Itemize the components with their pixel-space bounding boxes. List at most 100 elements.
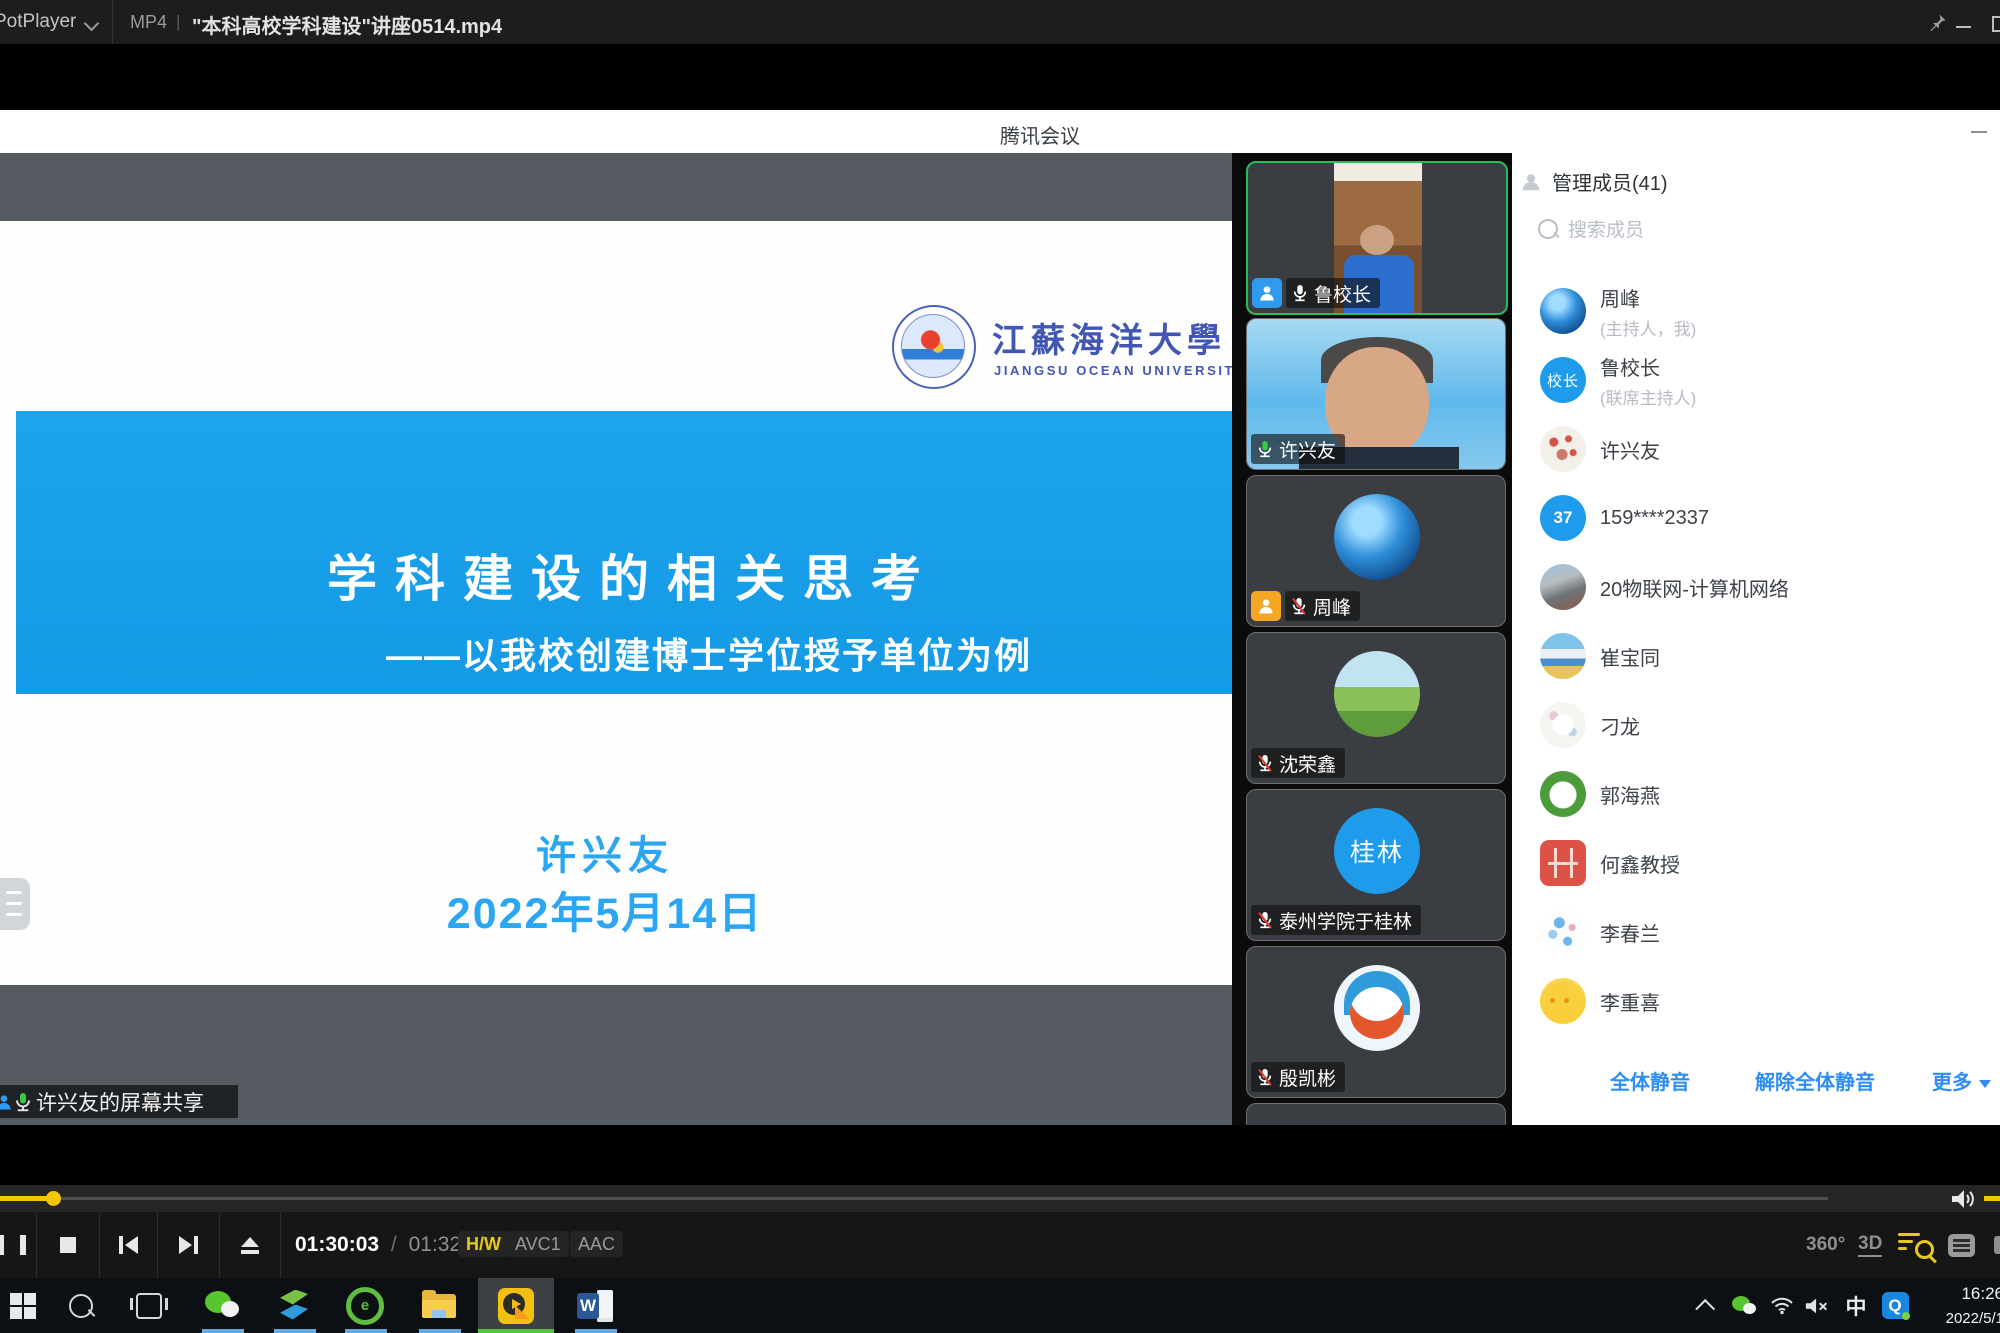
- member-name: 许兴友: [1600, 435, 1660, 464]
- tray-volume-muted[interactable]: [1796, 1278, 1838, 1333]
- avatar-text: 校长: [1547, 370, 1579, 391]
- mic-on-icon: [1257, 439, 1273, 459]
- participant-name: 沈荣鑫: [1279, 750, 1336, 777]
- member-row[interactable]: 何鑫教授: [1512, 829, 2000, 898]
- maximize-button[interactable]: [1992, 16, 2000, 32]
- member-note: (联席主持人): [1600, 384, 1696, 409]
- tray-date: 2022/5/1: [1938, 1310, 2000, 1327]
- avatar: [1334, 651, 1420, 737]
- video-tile-luxiaozhang[interactable]: 鲁校长: [1246, 161, 1508, 315]
- video-tile-zhoufeng[interactable]: 周峰: [1246, 475, 1506, 627]
- video-tile-shenrongxin[interactable]: 沈荣鑫: [1246, 632, 1506, 784]
- university-logo: 江蘇海洋大學 JIANGSU OCEAN UNIVERSITY: [888, 301, 1228, 413]
- tray-wechat[interactable]: [1724, 1278, 1764, 1333]
- taskbar-word[interactable]: W: [572, 1278, 618, 1333]
- app-name[interactable]: PotPlayer: [0, 11, 76, 33]
- vr-360-button[interactable]: 360°: [1806, 1212, 1845, 1278]
- member-name: 李重喜: [1600, 987, 1660, 1016]
- video-codec-badge[interactable]: AVC1: [507, 1231, 569, 1257]
- player-controls: 01:30:03 / 01:32:22 H/W AVC1 AAC 360° 3D: [0, 1212, 2000, 1278]
- member-search[interactable]: 搜索成员: [1538, 215, 1644, 242]
- hw-decode-badge[interactable]: H/W: [458, 1231, 509, 1257]
- member-row[interactable]: 郭海燕: [1512, 760, 2000, 829]
- open-button[interactable]: [219, 1212, 280, 1278]
- clipped-icon: [1994, 1236, 2000, 1254]
- members-panel: 管理成员(41) 搜索成员 周峰 (主持人，我) 校长 鲁校长 (联席主持人): [1512, 153, 2000, 1125]
- member-row[interactable]: 刁龙: [1512, 691, 2000, 760]
- mic-muted-icon: [1257, 910, 1273, 930]
- playlist-search-button[interactable]: [1898, 1212, 1934, 1278]
- more-button[interactable]: 更多: [1932, 1066, 1991, 1095]
- slide-date: 2022年5月14日: [0, 879, 1210, 941]
- task-view-icon: [136, 1293, 162, 1319]
- stop-button[interactable]: [36, 1212, 99, 1278]
- speaker-muted-icon: [1804, 1295, 1830, 1317]
- participant-name: 许兴友: [1279, 436, 1336, 463]
- member-row[interactable]: 李春兰: [1512, 898, 2000, 967]
- volume-slider[interactable]: [1984, 1196, 2000, 1201]
- member-row[interactable]: 20物联网-计算机网络: [1512, 553, 2000, 622]
- member-row[interactable]: 许兴友: [1512, 415, 2000, 484]
- taskbar-file-explorer[interactable]: [416, 1278, 462, 1333]
- member-name: 郭海燕: [1600, 780, 1660, 809]
- pause-button[interactable]: [0, 1212, 34, 1278]
- task-view-button[interactable]: [126, 1278, 172, 1333]
- playlist-button[interactable]: [1948, 1212, 1975, 1278]
- chevron-down-icon[interactable]: [84, 16, 100, 32]
- running-indicator: [202, 1329, 244, 1333]
- avatar-text: 桂林: [1350, 833, 1404, 869]
- annotation-handle[interactable]: [0, 878, 30, 930]
- previous-button[interactable]: [99, 1212, 157, 1278]
- divider: [280, 1212, 281, 1278]
- taskbar-capture-app[interactable]: [271, 1278, 317, 1333]
- meeting-title: 腾讯会议: [1000, 120, 1080, 149]
- running-indicator: [575, 1329, 617, 1333]
- title-banner: 学科建设的相关思考 ——以我校创建博士学位授予单位为例: [16, 411, 1232, 694]
- taskbar-search-button[interactable]: [58, 1278, 104, 1333]
- member-name: 李春兰: [1600, 918, 1660, 947]
- taskbar-browser[interactable]: e: [342, 1278, 388, 1333]
- taskbar-clock[interactable]: 16:26 2022/5/1: [1938, 1282, 2000, 1329]
- member-row[interactable]: 周峰 (主持人，我): [1512, 277, 2000, 346]
- folder-icon: [422, 1292, 456, 1320]
- unmute-all-button[interactable]: 解除全体静音: [1755, 1066, 1875, 1095]
- minimize-button[interactable]: [1956, 26, 1971, 28]
- speaker-icon[interactable]: [1950, 1188, 1976, 1210]
- member-row[interactable]: 崔宝同: [1512, 622, 2000, 691]
- chevron-up-icon: [1695, 1298, 1715, 1318]
- taskbar-potplayer-active[interactable]: [478, 1278, 554, 1333]
- tray-expand-button[interactable]: [1688, 1278, 1728, 1333]
- taskbar-wechat[interactable]: [199, 1278, 245, 1333]
- audio-codec-badge[interactable]: AAC: [570, 1231, 623, 1257]
- divider: [112, 0, 113, 44]
- video-canvas[interactable]: 腾讯会议 江蘇海洋大學 JIANGSU OCEAN UNIVERSITY 学科建…: [0, 44, 2000, 1185]
- 3d-button[interactable]: 3D: [1858, 1212, 1882, 1278]
- avatar: [1540, 564, 1586, 610]
- start-button[interactable]: [0, 1278, 46, 1333]
- participant-name: 周峰: [1313, 593, 1351, 620]
- running-indicator: [274, 1329, 316, 1333]
- tray-qq-app[interactable]: Q: [1874, 1278, 1916, 1333]
- person-icon: [0, 1091, 14, 1113]
- video-tile-yinkaibin[interactable]: 殷凯彬: [1246, 946, 1506, 1098]
- seek-bar[interactable]: [0, 1185, 2000, 1212]
- video-tile-xuxingyou[interactable]: 许兴友: [1246, 318, 1506, 470]
- active-indicator: [478, 1329, 554, 1333]
- host-badge-icon: [1252, 278, 1282, 308]
- pin-icon[interactable]: [1928, 12, 1948, 32]
- seek-track[interactable]: [0, 1197, 1828, 1200]
- seek-thumb[interactable]: [46, 1191, 61, 1206]
- video-tile-guilin[interactable]: 桂林 泰州学院于桂林: [1246, 789, 1506, 941]
- member-row[interactable]: 校长 鲁校长 (联席主持人): [1512, 346, 2000, 415]
- wechat-icon: [1732, 1296, 1756, 1316]
- caret-down-icon: [1979, 1080, 1991, 1088]
- mic-muted-icon: [1291, 596, 1307, 616]
- avatar: [1540, 426, 1586, 472]
- time-divider: /: [391, 1233, 397, 1256]
- tray-ime[interactable]: 中: [1836, 1278, 1876, 1333]
- meeting-minimize-button[interactable]: [1971, 131, 1987, 133]
- next-button[interactable]: [157, 1212, 219, 1278]
- member-row[interactable]: 37 159****2337: [1512, 484, 2000, 553]
- mute-all-button[interactable]: 全体静音: [1610, 1066, 1690, 1095]
- member-row[interactable]: 李重喜: [1512, 967, 2000, 1036]
